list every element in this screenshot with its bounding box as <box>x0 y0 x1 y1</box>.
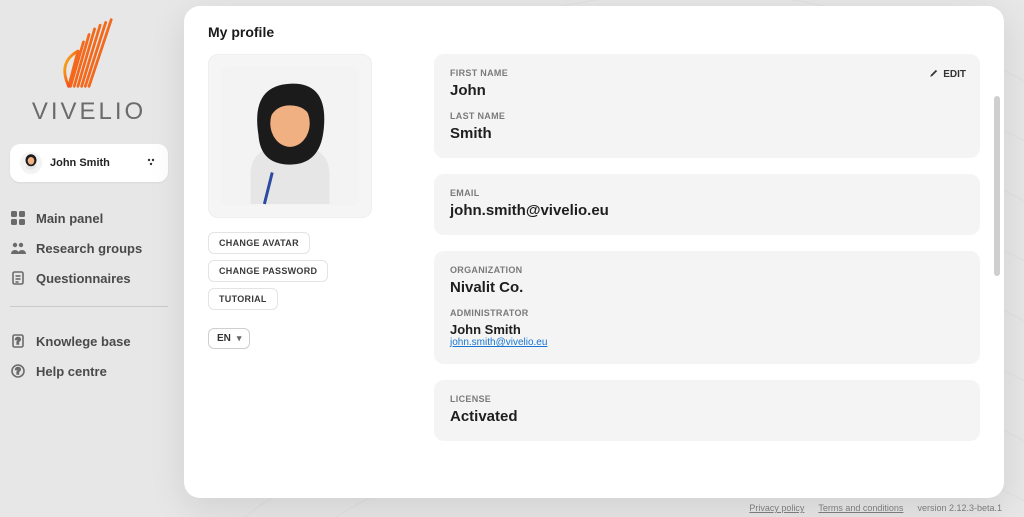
edit-button[interactable]: EDIT <box>929 68 966 81</box>
sidebar-item-main-panel[interactable]: Main panel <box>10 210 168 226</box>
footer: Privacy policy Terms and conditions vers… <box>749 503 1002 513</box>
terms-link[interactable]: Terms and conditions <box>818 503 903 513</box>
sidebar-item-knowledge-base[interactable]: ? Knowlege base <box>10 333 168 349</box>
organization-panel: ORGANIZATION Nivalit Co. ADMINISTRATOR J… <box>434 251 980 364</box>
user-menu-icon[interactable] <box>146 156 158 171</box>
svg-text:?: ? <box>15 336 21 346</box>
email-label: EMAIL <box>450 188 964 198</box>
sidebar-item-label: Help centre <box>36 364 107 379</box>
user-chip-name: John Smith <box>50 157 138 169</box>
clipboard-icon <box>10 270 26 286</box>
svg-text:?: ? <box>15 366 21 376</box>
admin-name-value: John Smith <box>450 322 964 337</box>
license-value: Activated <box>450 408 964 425</box>
language-select[interactable]: EN ▾ <box>208 328 250 349</box>
email-panel: EMAIL john.smith@vivelio.eu <box>434 174 980 235</box>
avatar-icon <box>20 152 42 174</box>
content-scrollbar[interactable] <box>994 92 1000 462</box>
pencil-icon <box>929 68 939 81</box>
brand-name: VIVELIO <box>32 98 146 126</box>
users-icon <box>10 240 26 256</box>
last-name-value: Smith <box>450 125 964 142</box>
first-name-value: John <box>450 82 964 99</box>
org-label: ORGANIZATION <box>450 265 964 275</box>
license-panel: LICENSE Activated <box>434 380 980 441</box>
admin-email-link[interactable]: john.smith@vivelio.eu <box>450 337 964 348</box>
language-value: EN <box>217 333 231 344</box>
change-password-button[interactable]: CHANGE PASSWORD <box>208 260 328 282</box>
sidebar-item-questionnaires[interactable]: Questionnaires <box>10 270 168 286</box>
sidebar-item-label: Research groups <box>36 241 142 256</box>
page-title: My profile <box>208 24 980 40</box>
help-icon: ? <box>10 363 26 379</box>
sidebar-item-label: Questionnaires <box>36 271 131 286</box>
profile-left-column: CHANGE AVATAR CHANGE PASSWORD TUTORIAL E… <box>208 54 398 441</box>
license-label: LICENSE <box>450 394 964 404</box>
profile-right-column: EDIT FIRST NAME John LAST NAME Smith <box>434 54 980 441</box>
user-chip[interactable]: John Smith <box>10 144 168 182</box>
brand-logo-icon <box>52 14 126 92</box>
main-card: My profile <box>184 6 1004 498</box>
email-value: john.smith@vivelio.eu <box>450 202 964 219</box>
admin-label: ADMINISTRATOR <box>450 308 964 318</box>
sidebar: VIVELIO John Smith Main panel <box>0 0 178 517</box>
avatar-image <box>221 67 359 205</box>
last-name-label: LAST NAME <box>450 111 964 121</box>
privacy-link[interactable]: Privacy policy <box>749 503 804 513</box>
sidebar-item-label: Knowlege base <box>36 334 131 349</box>
edit-label: EDIT <box>943 69 966 80</box>
dashboard-icon <box>10 210 26 226</box>
book-icon: ? <box>10 333 26 349</box>
chevron-down-icon: ▾ <box>237 333 242 344</box>
first-name-label: FIRST NAME <box>450 68 964 78</box>
version-text: version 2.12.3-beta.1 <box>917 503 1002 513</box>
sidebar-item-help-centre[interactable]: ? Help centre <box>10 363 168 379</box>
sidebar-item-research-groups[interactable]: Research groups <box>10 240 168 256</box>
sidebar-item-label: Main panel <box>36 211 103 226</box>
avatar-frame <box>208 54 372 218</box>
name-panel: EDIT FIRST NAME John LAST NAME Smith <box>434 54 980 158</box>
tutorial-button[interactable]: TUTORIAL <box>208 288 278 310</box>
primary-nav: Main panel Research groups Questionnaire… <box>10 210 168 379</box>
change-avatar-button[interactable]: CHANGE AVATAR <box>208 232 310 254</box>
org-value: Nivalit Co. <box>450 279 964 296</box>
nav-divider <box>10 306 168 307</box>
brand: VIVELIO <box>10 14 168 126</box>
scrollbar-thumb[interactable] <box>994 96 1000 276</box>
